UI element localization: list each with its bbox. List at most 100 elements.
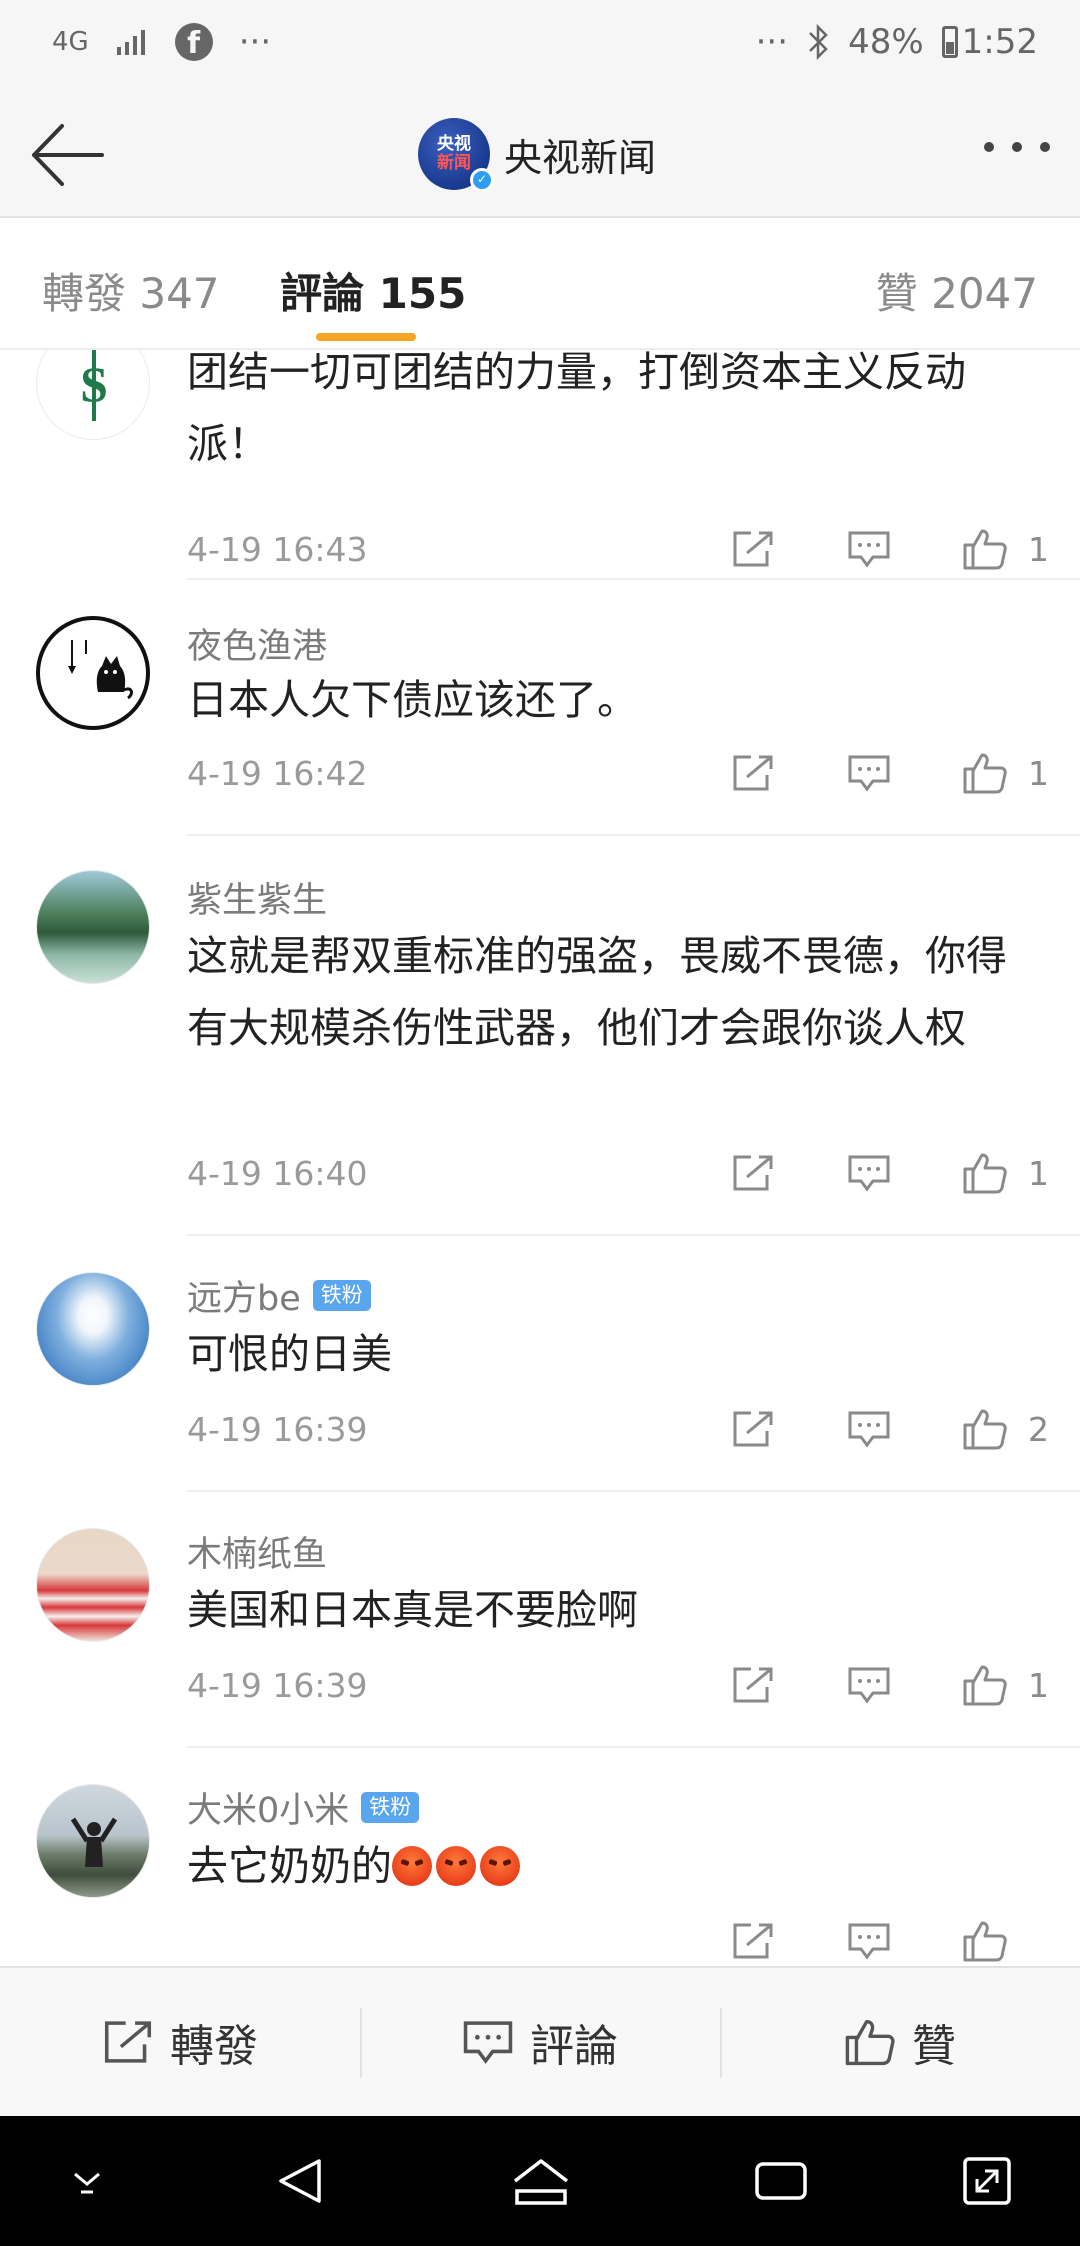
- arrow-left-icon: [32, 124, 104, 186]
- share-button[interactable]: [728, 1662, 778, 1708]
- commenter-name[interactable]: 夜色渔港: [187, 618, 327, 669]
- tab-comments[interactable]: 評論 155: [280, 260, 466, 321]
- comment-actions: 1: [728, 750, 1049, 796]
- share-button[interactable]: [728, 1918, 778, 1964]
- comment-time: 4-19 16:42: [187, 754, 368, 793]
- more-options-button[interactable]: [984, 142, 1050, 152]
- share-button[interactable]: [728, 1406, 778, 1452]
- like-button[interactable]: [960, 1662, 1010, 1708]
- comment-icon: [463, 2021, 513, 2064]
- like-count: 1: [1028, 1153, 1049, 1193]
- reply-button[interactable]: [844, 1150, 894, 1196]
- reply-button[interactable]: [844, 1918, 894, 1964]
- like-count: 1: [1028, 529, 1049, 569]
- comment-text: 日本人欠下债应该还了。: [187, 676, 638, 724]
- comment-item: 远方be 铁粉 可恨的日美 4-19 16:39 2: [0, 1236, 1080, 1492]
- thumbs-up-icon: [963, 753, 1007, 794]
- reply-button[interactable]: [844, 750, 894, 796]
- like-button[interactable]: [960, 1150, 1010, 1196]
- comment-icon: [848, 1667, 890, 1704]
- tab-likes[interactable]: 贊 2047: [876, 260, 1038, 321]
- repost-button[interactable]: 轉發: [0, 1968, 360, 2116]
- avatar[interactable]: [36, 1784, 150, 1898]
- home-icon: [513, 2159, 569, 2205]
- comment-time: 4-19 16:39: [187, 1666, 368, 1705]
- commenter-name[interactable]: 远方be 铁粉: [187, 1270, 371, 1321]
- comment-time: 4-19 16:40: [187, 1154, 368, 1193]
- comment-actions: 1: [728, 526, 1049, 572]
- comment-item: 木楠纸鱼 美国和日本真是不要脸啊 4-19 16:39 1: [0, 1492, 1080, 1748]
- nav-recents-button[interactable]: [746, 2146, 816, 2216]
- thumbs-up-icon: [845, 2019, 895, 2066]
- battery-percent: 48%: [848, 22, 924, 62]
- nav-home-button[interactable]: [506, 2146, 576, 2216]
- share-button[interactable]: [728, 750, 778, 796]
- like-button[interactable]: [960, 1918, 1010, 1964]
- network-type: 4G: [52, 27, 89, 57]
- thumbs-up-icon: [963, 1409, 1007, 1450]
- commenter-name[interactable]: 大米0小米 铁粉: [187, 1782, 420, 1833]
- commenter-name[interactable]: 木楠纸鱼: [187, 1526, 327, 1577]
- avatar[interactable]: [36, 870, 150, 984]
- reply-button[interactable]: [844, 1662, 894, 1708]
- more-status-icon: ···: [755, 22, 789, 62]
- thumbs-up-icon: [963, 529, 1007, 570]
- hide-keyboard-button[interactable]: [52, 2146, 122, 2216]
- like-count: 1: [1028, 1665, 1049, 1705]
- chevron-down-icon: [74, 2172, 100, 2194]
- comment-actions: 1: [728, 1150, 1049, 1196]
- share-icon: [733, 1667, 773, 1703]
- recents-icon: [755, 2162, 807, 2200]
- reply-button[interactable]: [844, 526, 894, 572]
- avatar[interactable]: [36, 1272, 150, 1386]
- commenter-name[interactable]: 紫生紫生: [187, 872, 327, 923]
- fan-badge: 铁粉: [361, 1791, 420, 1824]
- clock: 1:52: [961, 22, 1038, 62]
- more-notifications-icon: ···: [238, 22, 272, 62]
- like-button[interactable]: [960, 1406, 1010, 1452]
- comment-label: 評論: [530, 2021, 618, 2072]
- angry-emoji-icon: [436, 1846, 476, 1886]
- back-button[interactable]: [28, 120, 108, 190]
- fan-badge: 铁粉: [312, 1279, 371, 1312]
- dot-icon: [1040, 142, 1050, 152]
- nav-expand-button[interactable]: [952, 2146, 1022, 2216]
- avatar[interactable]: S: [36, 350, 150, 440]
- comment-list[interactable]: S 团结一切可团结的力量，打倒资本主义反动派！ 4-19 16:43 1: [0, 350, 1080, 1966]
- expand-icon: [963, 2157, 1011, 2205]
- repost-label: 轉發: [170, 2021, 258, 2072]
- facebook-icon: f: [174, 23, 213, 61]
- comment-item: 大米0小米 铁粉 去它奶奶的: [0, 1748, 1080, 1966]
- comment-actions: 1: [728, 1662, 1049, 1708]
- comment-text: 这就是帮双重标准的强盗，畏威不畏德，你得有大规模杀伤性武器，他们才会跟你谈人权: [187, 932, 1007, 1052]
- comment-item: 夜色渔港 日本人欠下债应该还了。 4-19 16:42 1: [0, 580, 1080, 836]
- comment-icon: [848, 531, 890, 568]
- comment-text: 可恨的日美: [187, 1330, 392, 1378]
- brand-logo: 央视 新闻 ✓: [418, 118, 494, 192]
- like-post-button[interactable]: 贊: [720, 1968, 1080, 2116]
- share-button[interactable]: [728, 526, 778, 572]
- comment-actions: 2: [728, 1406, 1049, 1452]
- nav-back-button[interactable]: [266, 2146, 336, 2216]
- avatar[interactable]: [36, 616, 150, 730]
- comment-button[interactable]: 評論: [360, 1968, 720, 2116]
- cat-icon: [68, 640, 133, 700]
- comment-icon: [848, 1923, 890, 1960]
- bottom-action-bar: 轉發 評論 贊: [0, 1966, 1080, 2116]
- comment-time: 4-19 16:39: [187, 1410, 368, 1449]
- tab-reposts[interactable]: 轉發 347: [42, 260, 220, 321]
- reply-button[interactable]: [844, 1406, 894, 1452]
- page-title: 央视新闻: [504, 135, 657, 180]
- app-header: 央视 新闻 ✓ 央视新闻: [0, 92, 1080, 218]
- account-title[interactable]: 央视 新闻 ✓ 央视新闻: [418, 118, 657, 192]
- share-button[interactable]: [728, 1150, 778, 1196]
- thumbs-up-icon: [963, 1153, 1007, 1194]
- person-icon: [70, 1817, 118, 1867]
- like-button[interactable]: [960, 526, 1010, 572]
- like-count: 2: [1028, 1409, 1049, 1449]
- comment-actions: [728, 1918, 1028, 1964]
- share-icon: [733, 531, 773, 567]
- avatar[interactable]: [36, 1528, 150, 1642]
- like-button[interactable]: [960, 750, 1010, 796]
- comment-text: 美国和日本真是不要脸啊: [187, 1586, 638, 1634]
